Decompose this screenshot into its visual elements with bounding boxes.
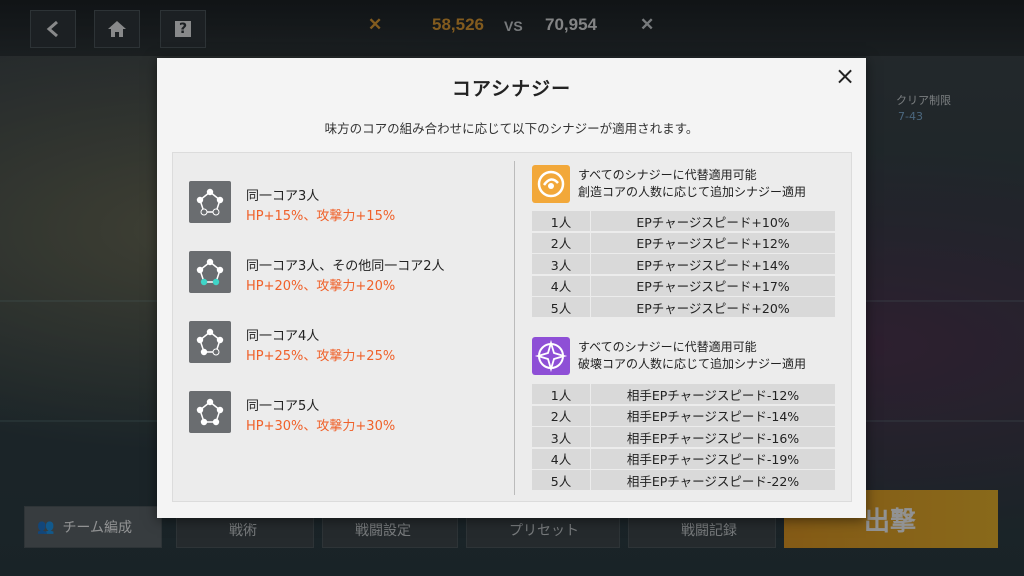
core-synergy-dialog: コアシナジー × 味方のコアの組み合わせに応じて以下のシナジーが適用されます。 …	[157, 58, 866, 518]
table-row: 2人 相手EPチャージスピード-14%	[532, 405, 835, 426]
close-icon: ×	[834, 62, 856, 90]
rule-bonus: HP+30%、攻撃力+30%	[246, 419, 396, 434]
table-row: 5人 相手EPチャージスピード-22%	[532, 470, 835, 490]
table-row: 2人 EPチャージスピード+12%	[532, 232, 835, 253]
table-row: 3人 EPチャージスピード+14%	[532, 254, 835, 274]
table-row: 1人 EPチャージスピード+10%	[532, 211, 835, 231]
panel-divider	[514, 161, 515, 495]
table-row: 4人 EPチャージスピード+17%	[532, 275, 835, 296]
rule-bonus: HP+20%、攻撃力+20%	[246, 279, 396, 294]
creation-core-icon	[532, 165, 570, 203]
core-5-icon	[189, 391, 231, 433]
table-row: 4人 相手EPチャージスピード-19%	[532, 448, 835, 469]
row-count: 3人	[532, 427, 591, 447]
core-3-2-icon	[189, 251, 231, 293]
row-count: 2人	[532, 232, 591, 253]
core-4-icon	[189, 321, 231, 363]
row-effect: 相手EPチャージスピード-19%	[626, 452, 800, 467]
row-count: 4人	[532, 275, 591, 296]
rule-bonus: HP+15%、攻撃力+15%	[246, 209, 396, 224]
rule-title: 同一コア3人	[246, 189, 320, 204]
core-3-icon	[189, 181, 231, 223]
destruction-core-icon	[532, 337, 570, 375]
row-effect: 相手EPチャージスピード-22%	[626, 473, 800, 489]
dialog-subtitle: 味方のコアの組み合わせに応じて以下のシナジーが適用されます。	[324, 121, 699, 136]
row-count: 3人	[532, 254, 591, 274]
table-row: 1人 相手EPチャージスピード-12%	[532, 384, 835, 404]
rule-item: 同一コア3人、その他同一コア2人 HP+20%、攻撃力+20%	[189, 249, 509, 295]
row-count: 2人	[532, 405, 591, 426]
row-effect: EPチャージスピード+17%	[636, 279, 790, 294]
row-effect: 相手EPチャージスピード-12%	[626, 387, 800, 403]
table-row: 5人 EPチャージスピード+20%	[532, 297, 835, 317]
row-effect: 相手EPチャージスピード-16%	[626, 430, 800, 446]
rule-title: 同一コア5人	[246, 399, 320, 414]
row-count: 5人	[532, 297, 591, 317]
destruction-synergy-table: 1人 相手EPチャージスピード-12% 2人 相手EPチャージスピード-14% 3人…	[532, 384, 835, 492]
close-button[interactable]: ×	[832, 64, 858, 90]
row-effect: EPチャージスピード+10%	[636, 214, 790, 230]
table-row: 3人 相手EPチャージスピード-16%	[532, 427, 835, 447]
row-effect: EPチャージスピード+14%	[636, 257, 790, 273]
row-count: 1人	[532, 211, 591, 231]
row-effect: 相手EPチャージスピード-14%	[626, 409, 800, 424]
rule-item: 同一コア4人 HP+25%、攻撃力+25%	[189, 319, 509, 365]
rule-title: 同一コア3人、その他同一コア2人	[246, 259, 445, 274]
dialog-title: コアシナジー	[451, 78, 572, 100]
destruction-desc-line2: 破壊コアの人数に応じて追加シナジー適用	[578, 357, 807, 371]
creation-synergy-table: 1人 EPチャージスピード+10% 2人 EPチャージスピード+12% 3人 EPチャ…	[532, 211, 835, 319]
row-count: 5人	[532, 470, 591, 490]
creation-desc-line1: すべてのシナジーに代替適用可能	[578, 168, 757, 182]
row-effect: EPチャージスピード+20%	[636, 300, 790, 316]
destruction-desc-line1: すべてのシナジーに代替適用可能	[578, 340, 757, 354]
synergy-panel: 同一コア3人 HP+15%、攻撃力+15% 同一コア3人、その他同一コア2人 H…	[172, 152, 852, 502]
rule-title: 同一コア4人	[246, 329, 320, 344]
row-count: 4人	[532, 448, 591, 469]
rule-item: 同一コア5人 HP+30%、攻撃力+30%	[189, 389, 509, 435]
row-count: 1人	[532, 384, 591, 404]
row-effect: EPチャージスピード+12%	[636, 236, 790, 251]
creation-desc-line2: 創造コアの人数に応じて追加シナジー適用	[578, 185, 807, 199]
rule-bonus: HP+25%、攻撃力+25%	[246, 349, 396, 364]
rule-item: 同一コア3人 HP+15%、攻撃力+15%	[189, 179, 509, 225]
